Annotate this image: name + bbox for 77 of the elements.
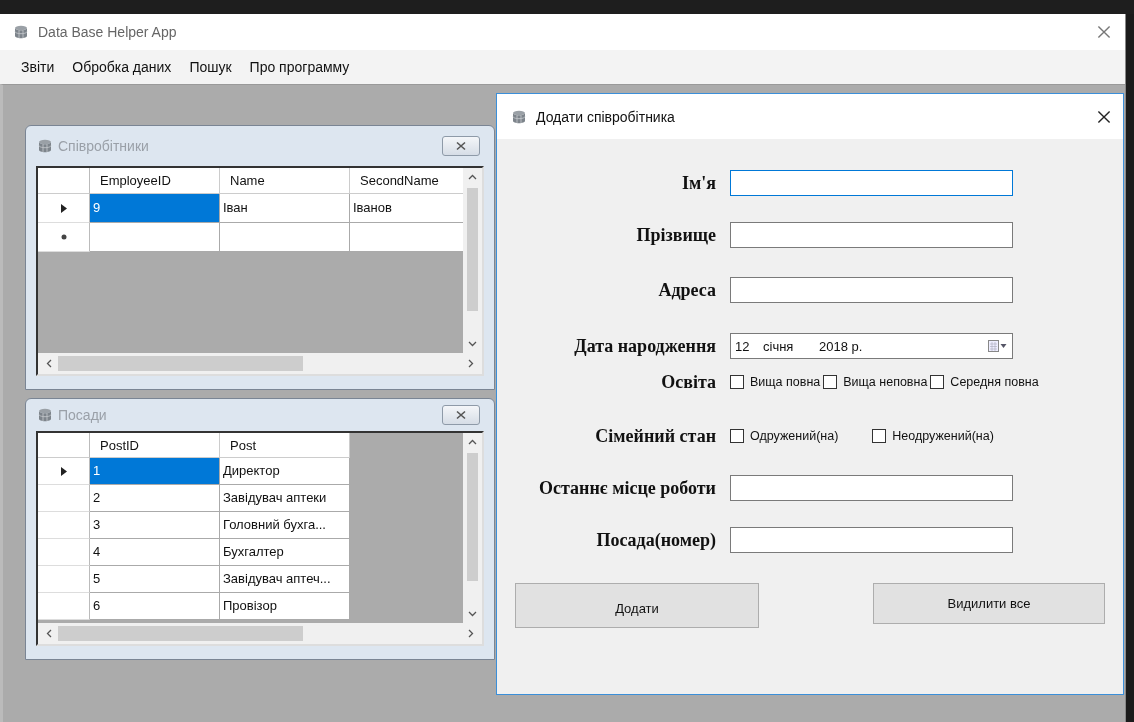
window-title: Data Base Helper App bbox=[38, 24, 177, 40]
checkbox[interactable]: Неодружений(на) bbox=[872, 429, 994, 443]
table-cell: Іван bbox=[220, 194, 350, 223]
column-header[interactable]: Post bbox=[220, 433, 350, 458]
close-button[interactable] bbox=[442, 405, 480, 425]
scroll-up-icon[interactable] bbox=[468, 174, 477, 180]
input-field[interactable] bbox=[730, 277, 1013, 303]
horizontal-scrollbar[interactable] bbox=[38, 623, 482, 644]
close-icon[interactable] bbox=[455, 141, 467, 151]
field-label: Адреса bbox=[657, 279, 716, 301]
table-cell: Іванов bbox=[350, 194, 463, 223]
table-cell: Провізор bbox=[220, 593, 350, 620]
input-field[interactable] bbox=[730, 222, 1013, 248]
table-cell: Головний бухга... bbox=[220, 512, 350, 539]
field-label: Сімейний стан bbox=[594, 425, 716, 447]
horizontal-scrollbar[interactable] bbox=[38, 353, 482, 374]
scroll-down-icon[interactable] bbox=[468, 341, 477, 347]
table-cell: 1 bbox=[90, 458, 220, 485]
input-field[interactable] bbox=[730, 170, 1013, 196]
table-cell: 3 bbox=[90, 512, 220, 539]
scroll-right-icon[interactable] bbox=[468, 359, 474, 368]
close-icon[interactable] bbox=[1097, 109, 1111, 124]
menu-item[interactable]: Обробка даних bbox=[63, 55, 181, 79]
dialog-button[interactable]: Видилити все bbox=[873, 583, 1105, 624]
database-icon bbox=[38, 408, 52, 422]
calendar-icon[interactable] bbox=[988, 340, 1008, 352]
checkbox[interactable]: Вища неповна bbox=[823, 375, 928, 389]
child-window-title: Посади bbox=[58, 407, 107, 423]
input-field[interactable] bbox=[730, 475, 1013, 501]
table-cell: Бухгалтер bbox=[220, 539, 350, 566]
scroll-down-icon[interactable] bbox=[468, 611, 477, 617]
field-label: Посада(номер) bbox=[595, 529, 716, 551]
corner-header-cell[interactable] bbox=[38, 433, 90, 458]
column-header[interactable]: EmployeeID bbox=[90, 168, 220, 194]
menu-item[interactable]: Пошук bbox=[180, 55, 241, 79]
dialog-button[interactable]: Додати bbox=[515, 583, 759, 628]
current-row-icon bbox=[60, 466, 67, 476]
child-window-title: Співробітники bbox=[58, 138, 149, 154]
checkbox[interactable]: Вища повна bbox=[730, 375, 821, 389]
new-row-icon bbox=[60, 234, 67, 240]
database-icon bbox=[512, 109, 526, 124]
column-header[interactable]: PostID bbox=[90, 433, 220, 458]
menu-item[interactable]: Звіти bbox=[12, 55, 64, 79]
scroll-left-icon[interactable] bbox=[46, 629, 52, 638]
checkbox[interactable]: Одружений(на) bbox=[730, 429, 839, 443]
field-label: Ім'я bbox=[681, 172, 716, 194]
menu-item[interactable]: Про программу bbox=[240, 55, 359, 79]
table-cell: 5 bbox=[90, 566, 220, 593]
vertical-scrollbar[interactable] bbox=[463, 433, 482, 623]
close-icon[interactable] bbox=[455, 410, 467, 420]
row-header[interactable] bbox=[38, 458, 90, 485]
date-picker[interactable]: 12 січня 2018 р. bbox=[730, 333, 1013, 359]
column-header[interactable]: Name bbox=[220, 168, 350, 194]
corner-header-cell[interactable] bbox=[38, 168, 90, 194]
scroll-up-icon[interactable] bbox=[468, 439, 477, 445]
field-label: Прізвище bbox=[635, 224, 716, 246]
table-cell: Завідувач аптеч... bbox=[220, 566, 350, 593]
database-icon bbox=[14, 25, 28, 39]
table-cell: Директор bbox=[220, 458, 350, 485]
table-cell: 9 bbox=[90, 194, 220, 223]
table-cell: 2 bbox=[90, 485, 220, 512]
table-cell: Завідувач аптеки bbox=[220, 485, 350, 512]
field-label: Останнє місце роботи bbox=[538, 477, 716, 499]
dialog-title: Додати співробітника bbox=[536, 108, 675, 125]
field-label: Освіта bbox=[660, 371, 716, 393]
field-label: Дата народження bbox=[573, 335, 716, 357]
close-button[interactable] bbox=[442, 136, 480, 156]
scroll-right-icon[interactable] bbox=[468, 629, 474, 638]
vertical-scrollbar[interactable] bbox=[463, 168, 482, 353]
database-icon bbox=[38, 139, 52, 153]
input-field[interactable] bbox=[730, 527, 1013, 553]
column-header[interactable]: SecondName bbox=[350, 168, 463, 194]
table-cell: 4 bbox=[90, 539, 220, 566]
checkbox[interactable]: Середня повна bbox=[930, 375, 1039, 389]
current-row-icon bbox=[60, 203, 67, 213]
scroll-left-icon[interactable] bbox=[46, 359, 52, 368]
table-cell: 6 bbox=[90, 593, 220, 620]
